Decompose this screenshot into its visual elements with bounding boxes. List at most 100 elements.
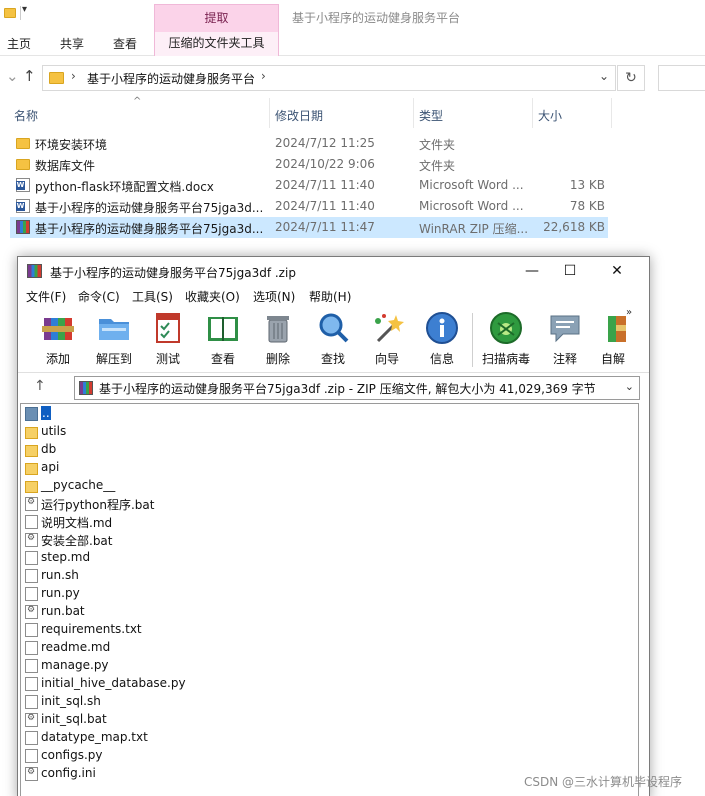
archive-item[interactable]: init_sql.sh xyxy=(23,693,623,711)
file-row[interactable]: python-flask环境配置文档.docx 2024/7/11 11:40 Mi… xyxy=(10,175,608,196)
archive-item[interactable]: run.bat xyxy=(23,603,623,621)
archive-item[interactable]: init_sql.bat xyxy=(23,711,623,729)
maximize-button[interactable]: ☐ xyxy=(547,259,593,283)
archive-item[interactable]: 运行python程序.bat xyxy=(23,495,623,513)
view-button[interactable]: 查看 xyxy=(197,311,249,371)
tab-home[interactable]: 主页 xyxy=(7,35,31,52)
column-divider[interactable] xyxy=(413,98,414,128)
sort-caret-icon: ^ xyxy=(133,96,142,107)
file-icon xyxy=(25,623,38,637)
quick-access-dropdown-icon[interactable]: ▾ xyxy=(22,4,27,15)
archive-item[interactable]: .. xyxy=(23,405,623,423)
column-size[interactable]: 大小 xyxy=(538,107,562,124)
view-label: 查看 xyxy=(210,352,235,366)
archive-item[interactable]: 说明文档.md xyxy=(23,513,623,531)
menu-favorites[interactable]: 收藏夹(O) xyxy=(185,288,240,305)
address-dropdown-icon[interactable]: ⌄ xyxy=(599,69,609,83)
file-row[interactable]: 数据库文件 2024/10/22 9:06 文件夹 xyxy=(10,154,608,175)
archive-item[interactable]: api xyxy=(23,459,623,477)
tab-extract[interactable]: 提取 xyxy=(154,4,279,32)
recent-dropdown-icon[interactable]: ⌄ xyxy=(6,67,19,85)
menu-help[interactable]: 帮助(H) xyxy=(309,288,351,305)
archive-item[interactable]: configs.py xyxy=(23,747,623,765)
archive-item-name: 运行python程序.bat xyxy=(41,498,155,512)
winrar-window: 基于小程序的运动健身服务平台75jga3df .zip — ☐ ✕ 文件(F) … xyxy=(17,256,650,796)
archive-item[interactable]: 安装全部.bat xyxy=(23,531,623,549)
up-folder-icon[interactable]: ↑ xyxy=(34,378,46,394)
column-date[interactable]: 修改日期 xyxy=(275,107,323,124)
archive-item[interactable]: manage.py xyxy=(23,657,623,675)
test-label: 测试 xyxy=(155,352,180,366)
breadcrumb-chevron-icon[interactable]: › xyxy=(71,69,76,83)
file-row[interactable]: 基于小程序的运动健身服务平台75jga3d... 2024/7/11 11:40 M… xyxy=(10,196,608,217)
up-arrow-icon[interactable]: ↑ xyxy=(23,67,36,85)
search-input[interactable] xyxy=(658,65,705,91)
column-divider[interactable] xyxy=(269,98,270,128)
column-divider[interactable] xyxy=(532,98,533,128)
column-divider[interactable] xyxy=(611,98,612,128)
extract-to-button[interactable]: 解压到 xyxy=(88,311,140,371)
file-row[interactable]: 基于小程序的运动健身服务平台75jga3d... 2024/7/11 11:47 W… xyxy=(10,217,608,238)
file-icon xyxy=(25,677,38,691)
archive-item-name: requirements.txt xyxy=(41,622,142,636)
archive-item[interactable]: __pycache__ xyxy=(23,477,623,495)
archive-item[interactable]: step.md xyxy=(23,549,623,567)
find-button[interactable]: 查找 xyxy=(307,311,359,371)
file-row[interactable]: 环境安装环境 2024/7/12 11:25 文件夹 xyxy=(10,133,608,154)
file-icon xyxy=(25,551,38,565)
breadcrumb-chevron-icon[interactable]: › xyxy=(261,69,266,83)
add-button[interactable]: 添加 xyxy=(32,311,84,371)
column-type[interactable]: 类型 xyxy=(419,107,443,124)
archive-item[interactable]: run.sh xyxy=(23,567,623,585)
menu-file[interactable]: 文件(F) xyxy=(26,288,66,305)
file-type: 文件夹 xyxy=(419,138,456,152)
comment-label: 注释 xyxy=(552,352,577,366)
archive-item[interactable]: run.py xyxy=(23,585,623,603)
archive-item[interactable]: readme.md xyxy=(23,639,623,657)
test-button[interactable]: 测试 xyxy=(142,311,194,371)
file-name: 基于小程序的运动健身服务平台75jga3d... xyxy=(35,201,264,215)
breadcrumb[interactable]: 基于小程序的运动健身服务平台 xyxy=(87,70,255,87)
tab-share[interactable]: 共享 xyxy=(60,35,84,52)
refresh-icon: ↻ xyxy=(625,70,637,86)
watermark: CSDN @三水计算机毕设程序 xyxy=(524,775,683,789)
info-button[interactable]: 信息 xyxy=(416,311,468,371)
chevron-down-icon[interactable]: ⌄ xyxy=(625,380,634,393)
wizard-button[interactable]: 向导 xyxy=(361,311,413,371)
tab-view[interactable]: 查看 xyxy=(113,35,137,52)
winrar-titlebar[interactable]: 基于小程序的运动健身服务平台75jga3df .zip — ☐ ✕ xyxy=(18,257,649,285)
file-date: 2024/7/11 11:47 xyxy=(275,220,375,234)
extract-to-label: 解压到 xyxy=(95,352,132,366)
menu-tools[interactable]: 工具(S) xyxy=(132,288,173,305)
menu-commands[interactable]: 命令(C) xyxy=(78,288,120,305)
column-name[interactable]: 名称 xyxy=(14,107,38,124)
archive-item[interactable]: db xyxy=(23,441,623,459)
menu-options[interactable]: 选项(N) xyxy=(253,288,295,305)
virus-scan-button[interactable]: 扫描病毒 xyxy=(478,311,534,371)
archive-item[interactable]: utils xyxy=(23,423,623,441)
archive-item-name: utils xyxy=(41,424,67,438)
add-label: 添加 xyxy=(45,352,70,366)
sfx-button[interactable]: 自解 xyxy=(592,311,634,371)
refresh-button[interactable]: ↻ xyxy=(617,65,645,91)
archive-path-dropdown[interactable]: 基于小程序的运动健身服务平台75jga3df .zip - ZIP 压缩文件, … xyxy=(74,376,640,400)
address-bar[interactable]: › 基于小程序的运动健身服务平台 › ⌄ xyxy=(42,65,616,91)
delete-label: 删除 xyxy=(265,352,290,366)
file-name: 基于小程序的运动健身服务平台75jga3d... xyxy=(35,222,264,236)
archive-item[interactable]: requirements.txt xyxy=(23,621,623,639)
wizard-wand-icon xyxy=(370,311,404,345)
archive-item[interactable]: datatype_map.txt xyxy=(23,729,623,747)
batch-file-icon xyxy=(25,605,38,619)
wizard-label: 向导 xyxy=(374,352,399,366)
archive-item[interactable]: initial_hive_database.py xyxy=(23,675,623,693)
tab-compressed-folder-tools[interactable]: 压缩的文件夹工具 xyxy=(154,32,279,56)
archive-item-name: config.ini xyxy=(41,766,96,780)
quick-access-folder-icon[interactable] xyxy=(4,8,16,18)
toolbar-overflow-icon[interactable]: » xyxy=(626,307,632,318)
close-button[interactable]: ✕ xyxy=(594,259,640,283)
winrar-app-icon xyxy=(27,264,42,278)
comment-button[interactable]: 注释 xyxy=(539,311,591,371)
archive-icon xyxy=(79,381,93,395)
winrar-archive-icon xyxy=(16,220,30,234)
delete-button[interactable]: 删除 xyxy=(252,311,304,371)
